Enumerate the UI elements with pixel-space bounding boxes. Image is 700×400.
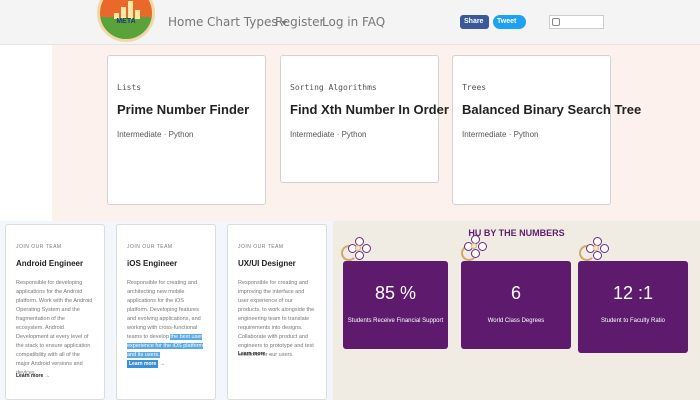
learn-more-label: Learn more	[127, 360, 159, 368]
job-description: Responsible for creating and architectin…	[127, 279, 205, 360]
job-role: iOS Engineer	[127, 259, 178, 268]
nav-chart-types-label: Chart Types	[207, 15, 278, 29]
learn-more-link[interactable]: Learn more →	[238, 351, 272, 357]
learn-more-link[interactable]: Learn more →	[16, 373, 50, 379]
learn-more-label: Learn more	[16, 373, 44, 379]
stat-label: World Class Degrees	[487, 318, 545, 324]
facebook-share-label: Share	[464, 18, 484, 25]
job-description-text: Responsible for creating and architectin…	[127, 280, 201, 340]
stat-card: 85 % Students Receive Financial Support	[343, 261, 448, 349]
stats-title: HU BY THE NUMBERS	[468, 228, 565, 238]
job-description: Responsible for creating and improving t…	[238, 280, 315, 358]
flower-ornament-icon	[347, 237, 371, 261]
problem-title[interactable]: Prime Number Finder	[117, 102, 249, 117]
learn-more-label: Learn more	[238, 351, 266, 357]
job-tag: JOIN OUR TEAM	[16, 244, 62, 250]
problem-level: Intermediate · Python	[117, 130, 194, 139]
nav-login[interactable]: Log in	[322, 15, 358, 29]
problem-card[interactable]: Lists Prime Number Finder Intermediate ·…	[107, 55, 266, 205]
facebook-share-button[interactable]: Share	[460, 15, 489, 29]
upper-left-strip	[0, 45, 52, 221]
stat-value: 85 %	[374, 283, 417, 303]
site-logo[interactable]: META	[97, 0, 155, 42]
problem-category: Lists	[117, 83, 142, 92]
job-card: JOIN OUR TEAM Android Engineer Responsib…	[5, 224, 105, 400]
job-role: Android Engineer	[16, 259, 84, 268]
problem-category: Trees	[462, 83, 487, 92]
problem-card[interactable]: Trees Balanced Binary Search Tree Interm…	[452, 55, 641, 205]
job-role: UX/UI Designer	[238, 259, 296, 268]
job-tag: JOIN OUR TEAM	[238, 244, 284, 250]
job-description: Responsible for developing applications …	[16, 280, 93, 376]
job-card: JOIN OUR TEAM iOS Engineer Responsible f…	[116, 224, 216, 400]
flower-ornament-icon	[463, 235, 487, 259]
stat-card: 6 World Class Degrees	[461, 261, 571, 349]
problem-title[interactable]: Find Xth Number In Order	[290, 102, 449, 117]
learn-more-link[interactable]: Learn more →	[127, 360, 165, 368]
top-navbar: META Home Chart Types Register Log in FA…	[0, 0, 700, 45]
logo-text: META	[116, 18, 136, 25]
stat-label: Students Receive Financial Support	[347, 318, 444, 324]
problem-category: Sorting Algorithms	[290, 83, 377, 92]
nav-faq[interactable]: FAQ	[362, 15, 385, 29]
flower-ornament-icon	[585, 237, 609, 261]
stat-value: 12 :1	[612, 283, 654, 303]
nav-register[interactable]: Register	[275, 15, 324, 29]
problem-level: Intermediate · Python	[462, 130, 539, 139]
problem-card[interactable]: Sorting Algorithms Find Xth Number In Or…	[280, 55, 449, 183]
job-card: JOIN OUR TEAM UX/UI Designer Responsible…	[227, 224, 327, 400]
problem-title[interactable]: Balanced Binary Search Tree	[462, 102, 641, 117]
job-tag: JOIN OUR TEAM	[127, 244, 173, 250]
stat-card: 12 :1 Student to Faculty Ratio	[578, 261, 688, 353]
logo-chart-icon	[114, 1, 140, 19]
problem-level: Intermediate · Python	[290, 130, 367, 139]
reddit-icon	[552, 18, 560, 26]
social-widget[interactable]	[549, 15, 604, 29]
stats-section: HU BY THE NUMBERS 85 % Students Receive …	[333, 221, 700, 400]
stat-value: 6	[510, 283, 521, 303]
stat-label: Student to Faculty Ratio	[600, 318, 666, 324]
tweet-button[interactable]: Tweet	[493, 15, 526, 29]
tweet-label: Tweet	[497, 18, 517, 25]
nav-home[interactable]: Home	[168, 15, 203, 29]
